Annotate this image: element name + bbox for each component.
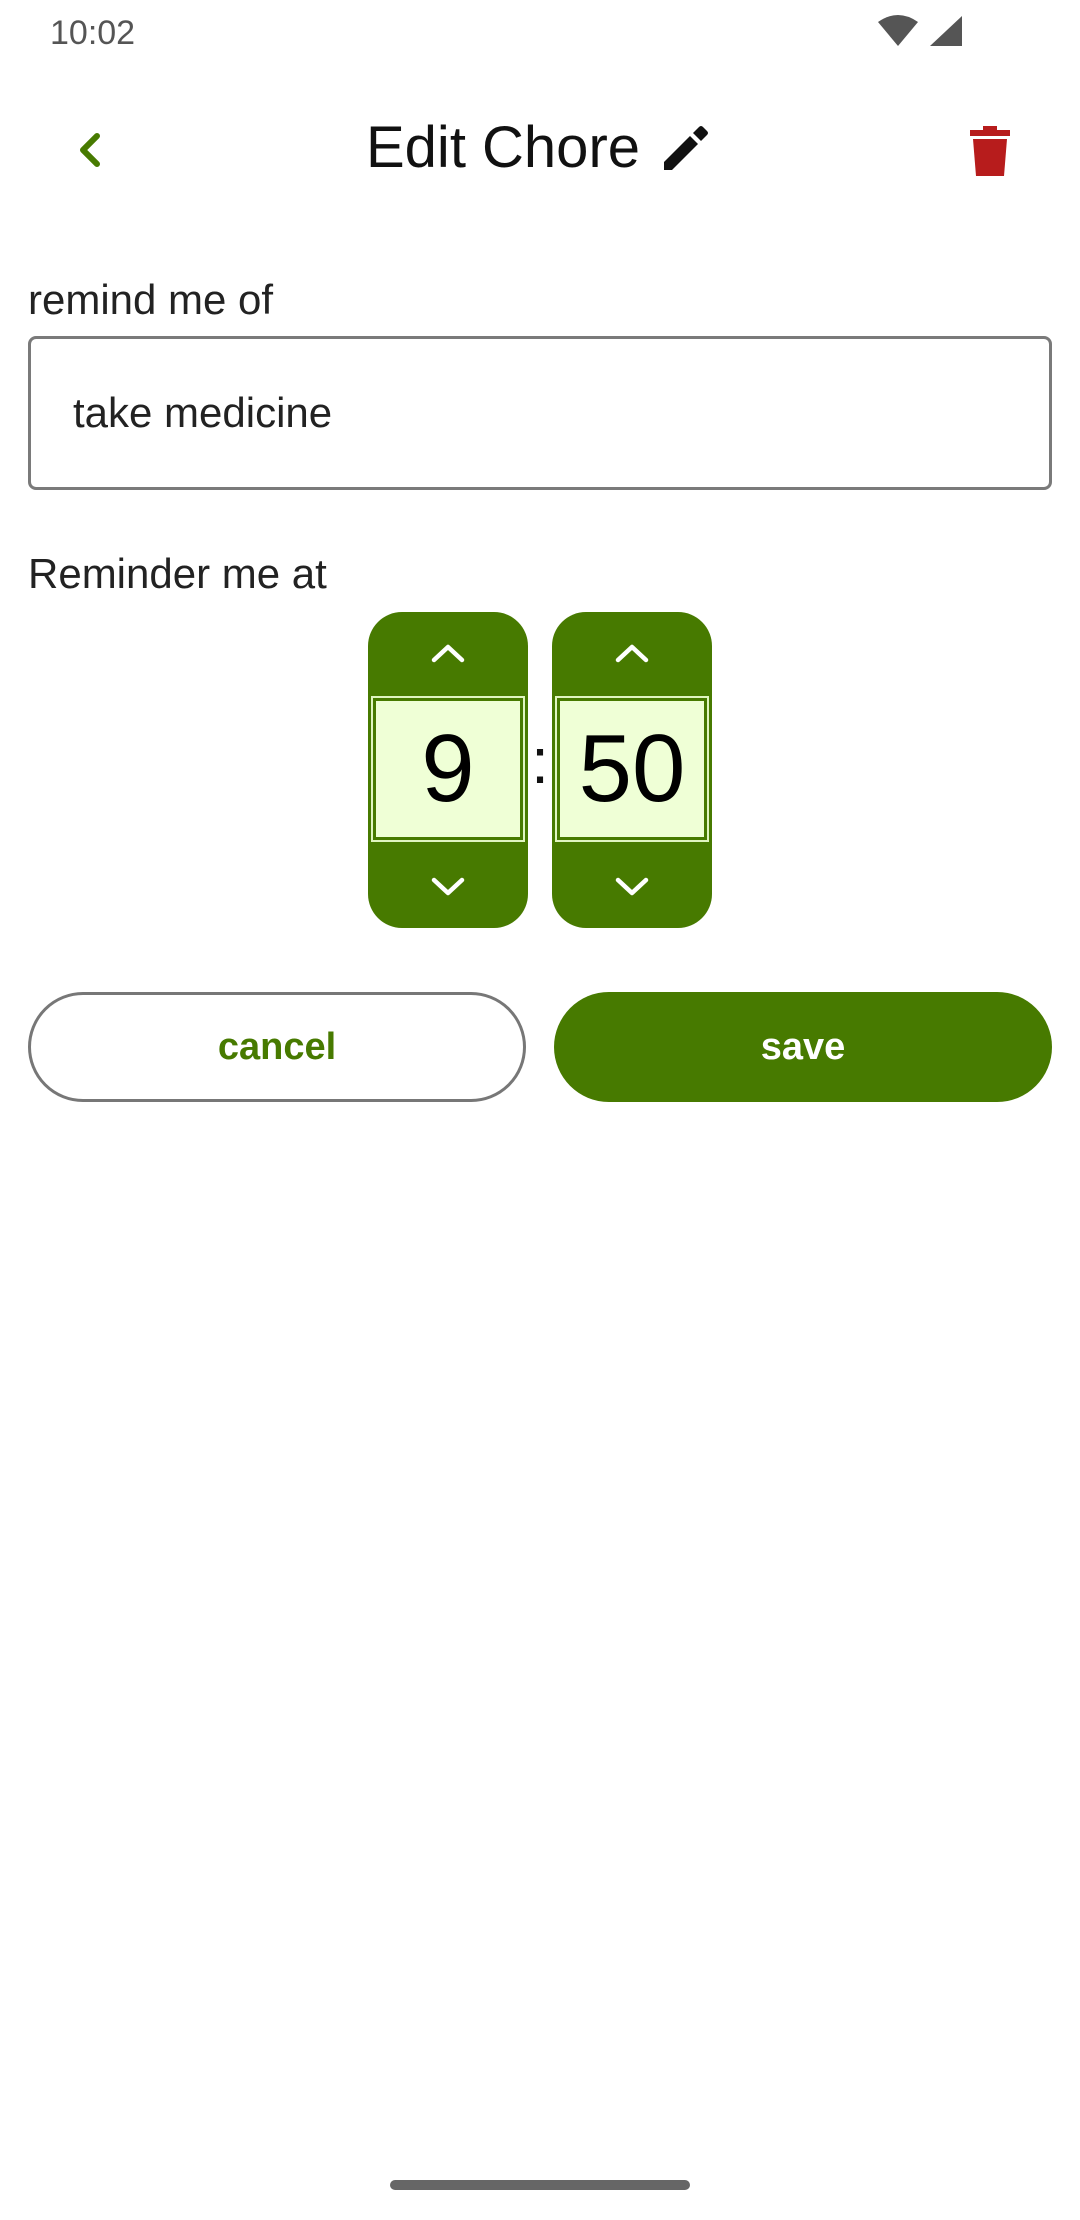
hour-decrement-button[interactable] [368, 846, 528, 928]
page-title: Edit Chore [365, 115, 641, 180]
time-separator: : [531, 725, 549, 797]
minute-spinner: 50 [552, 612, 712, 928]
chevron-down-icon [431, 877, 465, 896]
minute-increment-button[interactable] [552, 612, 712, 694]
home-indicator[interactable] [390, 2180, 690, 2190]
minute-value[interactable]: 50 [555, 696, 709, 842]
cancel-button[interactable]: cancel [28, 992, 526, 1102]
status-bar: 10:02 [0, 0, 1080, 66]
time-label: Reminder me at [28, 550, 327, 597]
chevron-up-icon [431, 644, 465, 663]
cellular-signal-icon [930, 16, 962, 46]
hour-value[interactable]: 9 [371, 696, 525, 842]
wifi-icon [878, 15, 918, 46]
status-time: 10:02 [50, 14, 136, 52]
delete-button[interactable] [958, 120, 1022, 184]
save-button[interactable]: save [554, 992, 1052, 1102]
reminder-input[interactable] [28, 336, 1052, 490]
hour-increment-button[interactable] [368, 612, 528, 694]
hour-spinner: 9 [368, 612, 528, 928]
time-picker: 9 : 50 [368, 612, 712, 928]
reminder-label: remind me of [28, 276, 274, 323]
status-icons [876, 14, 964, 48]
minute-decrement-button[interactable] [552, 846, 712, 928]
pencil-icon [664, 125, 709, 170]
chevron-down-icon [615, 877, 649, 896]
app-header: Edit Chore [0, 100, 1080, 210]
title-group: Edit Chore [0, 114, 1080, 181]
trash-icon [970, 126, 1010, 176]
chevron-up-icon [615, 644, 649, 663]
